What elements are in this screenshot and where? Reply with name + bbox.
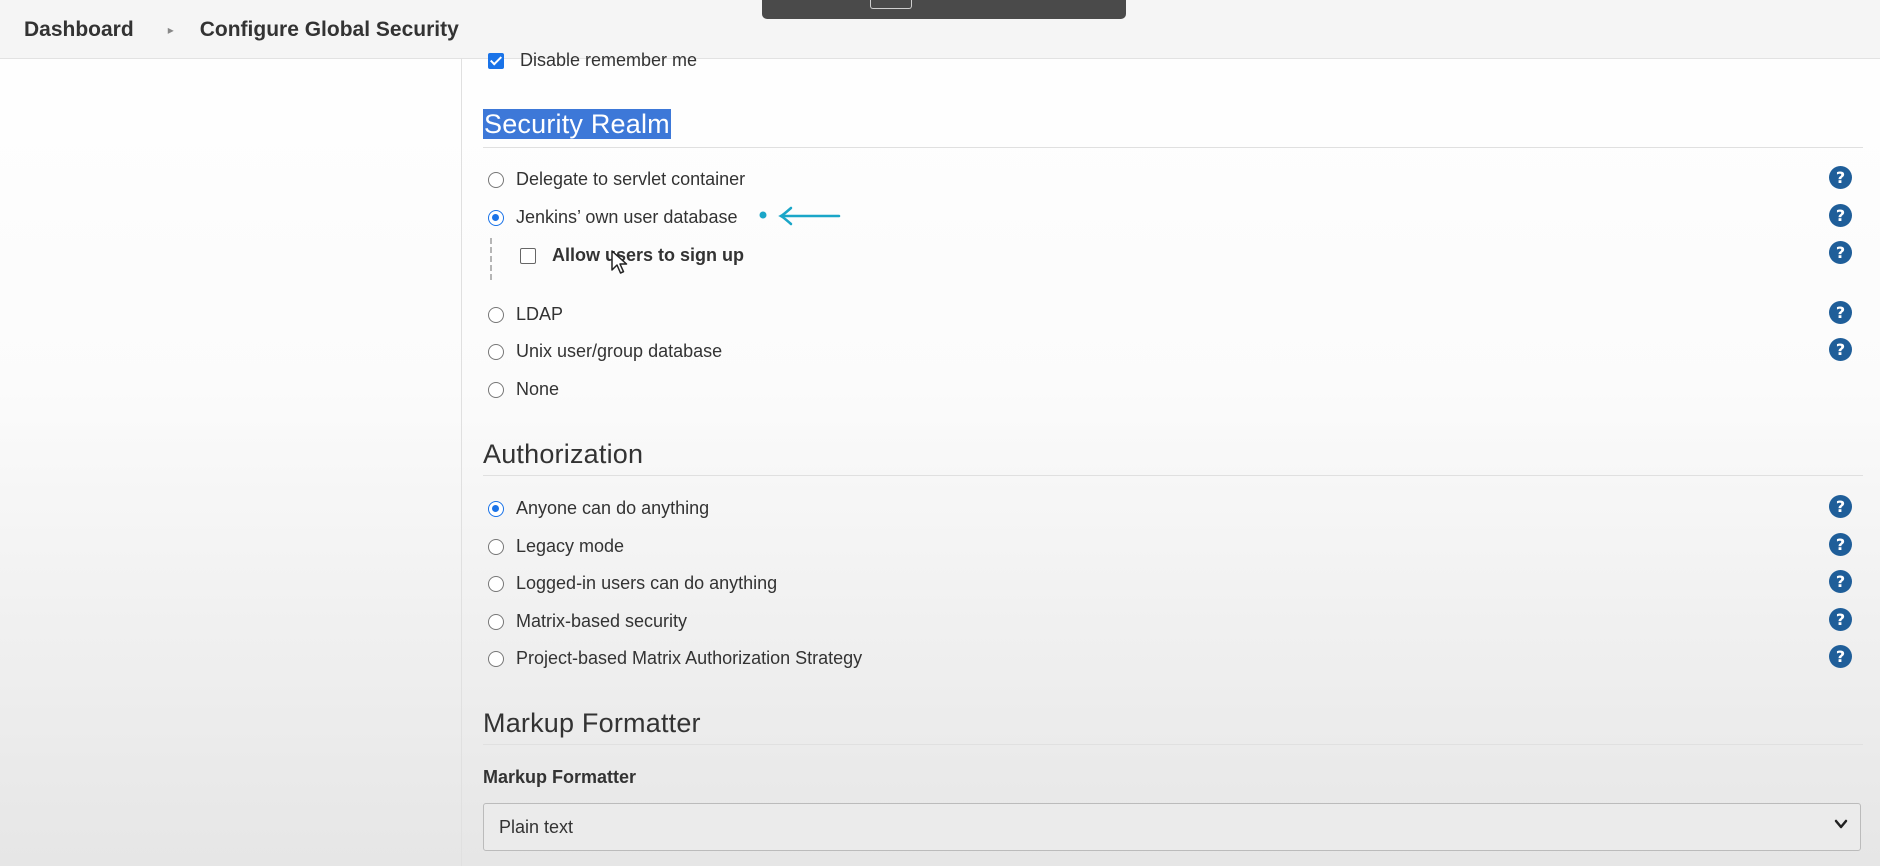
auth-label-matrix: Matrix-based security <box>516 611 688 631</box>
help-icon[interactable]: ? <box>1829 645 1852 668</box>
help-icon[interactable]: ? <box>1829 533 1852 556</box>
breadcrumb-dashboard[interactable]: Dashboard <box>24 18 134 42</box>
markup-formatter-select[interactable]: Plain text <box>483 803 1861 851</box>
auth-radio-logged-in[interactable] <box>488 575 504 592</box>
help-icon[interactable]: ? <box>1829 204 1852 227</box>
security-realm-divider <box>483 147 1863 148</box>
auth-label-logged-in: Logged-in users can do anything <box>516 573 778 593</box>
realm-label-unix: Unix user/group database <box>516 341 723 361</box>
realm-label-ldap: LDAP <box>516 304 564 324</box>
realm-option-jenkins-db[interactable]: Jenkins’ own user database <box>488 207 737 228</box>
security-realm-heading: Security Realm <box>483 109 671 140</box>
help-icon[interactable]: ? <box>1829 301 1852 324</box>
realm-radio-ldap[interactable] <box>488 306 504 323</box>
realm-label-jenkins-db: Jenkins’ own user database <box>516 207 738 227</box>
disable-remember-me-row[interactable]: Disable remember me <box>488 50 697 71</box>
authorization-heading: Authorization <box>483 439 644 469</box>
auth-radio-project-matrix[interactable] <box>488 650 504 667</box>
overlay-toolbar <box>762 0 1126 19</box>
help-icon[interactable]: ? <box>1829 570 1852 593</box>
auth-option-legacy[interactable]: Legacy mode <box>488 536 624 557</box>
realm-option-ldap[interactable]: LDAP <box>488 304 563 325</box>
disable-remember-me-checkbox[interactable] <box>488 52 504 69</box>
auth-radio-matrix[interactable] <box>488 613 504 630</box>
auth-option-matrix[interactable]: Matrix-based security <box>488 611 687 632</box>
markup-formatter-heading: Markup Formatter <box>483 708 701 738</box>
auth-option-anyone[interactable]: Anyone can do anything <box>488 498 709 519</box>
realm-option-unix[interactable]: Unix user/group database <box>488 341 722 362</box>
help-icon[interactable]: ? <box>1829 338 1852 361</box>
annotation-arrow-icon <box>759 206 841 226</box>
mouse-cursor-icon <box>611 250 628 274</box>
breadcrumb: Dashboard ▸ Configure Global Security <box>24 18 459 42</box>
disable-remember-me-label: Disable remember me <box>520 50 698 70</box>
realm-radio-none[interactable] <box>488 381 504 398</box>
auth-label-anyone: Anyone can do anything <box>516 498 710 518</box>
realm-radio-unix[interactable] <box>488 343 504 360</box>
allow-signup-label: Allow users to sign up <box>552 245 745 265</box>
help-icon[interactable]: ? <box>1829 241 1852 264</box>
realm-option-delegate[interactable]: Delegate to servlet container <box>488 169 745 190</box>
side-panel-divider <box>461 58 462 866</box>
allow-signup-row[interactable]: Allow users to sign up <box>520 245 744 266</box>
chevron-down-icon <box>1834 819 1848 829</box>
markup-formatter-selected-value: Plain text <box>499 816 574 837</box>
realm-radio-jenkins-db[interactable] <box>488 209 504 226</box>
auth-radio-anyone[interactable] <box>488 500 504 517</box>
auth-label-project-matrix: Project-based Matrix Authorization Strat… <box>516 648 863 668</box>
realm-radio-delegate[interactable] <box>488 171 504 188</box>
nested-option-guide <box>490 238 492 280</box>
auth-label-legacy: Legacy mode <box>516 536 625 556</box>
auth-option-project-matrix[interactable]: Project-based Matrix Authorization Strat… <box>488 648 862 669</box>
help-icon[interactable]: ? <box>1829 495 1852 518</box>
breadcrumb-separator-icon: ▸ <box>167 23 174 37</box>
help-icon[interactable]: ? <box>1829 608 1852 631</box>
markup-formatter-field-label: Markup Formatter <box>483 767 637 787</box>
auth-radio-legacy[interactable] <box>488 538 504 555</box>
markup-formatter-divider <box>483 744 1863 745</box>
realm-label-none: None <box>516 379 560 399</box>
allow-signup-checkbox[interactable] <box>520 247 536 264</box>
realm-option-none[interactable]: None <box>488 379 559 400</box>
realm-label-delegate: Delegate to servlet container <box>516 169 746 189</box>
help-icon[interactable]: ? <box>1829 166 1852 189</box>
breadcrumb-configure-global-security[interactable]: Configure Global Security <box>200 18 459 42</box>
auth-option-logged-in[interactable]: Logged-in users can do anything <box>488 573 777 594</box>
security-realm-title: Security Realm <box>483 109 671 139</box>
authorization-divider <box>483 475 1863 476</box>
overlay-handle-icon <box>870 0 912 9</box>
